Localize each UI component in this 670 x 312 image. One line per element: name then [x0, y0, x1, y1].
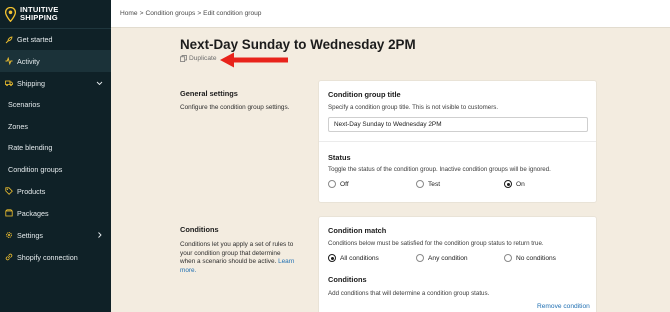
sidebar-item-packages[interactable]: Packages: [0, 202, 111, 224]
sidebar-item-label: Get started: [17, 35, 53, 44]
match-radio-all[interactable]: All conditions: [328, 254, 379, 262]
sidebar-item-zones[interactable]: Zones: [0, 116, 111, 138]
match-radio-any[interactable]: Any condition: [416, 254, 468, 262]
sidebar-item-label: Condition groups: [8, 164, 63, 174]
duplicate-label: Duplicate: [189, 55, 217, 62]
sidebar-item-label: Shopify connection: [17, 252, 78, 262]
radio-off-icon: [416, 254, 424, 262]
condition-match-description: Conditions below must be satisfied for t…: [328, 240, 544, 247]
sidebar-item-rate-blending[interactable]: Rate blending: [0, 137, 111, 159]
general-settings-card: Condition group title Specify a conditio…: [318, 80, 597, 203]
activity-icon: [4, 56, 14, 66]
sidebar-item-label: Shipping: [17, 78, 45, 88]
sidebar-item-products[interactable]: Products: [0, 180, 111, 202]
breadcrumb-condition-groups[interactable]: Condition groups: [145, 10, 195, 17]
rocket-icon: [4, 35, 14, 45]
sidebar-item-label: Packages: [17, 208, 49, 218]
breadcrumb-current: Edit condition group: [203, 10, 262, 17]
sidebar-item-scenarios[interactable]: Scenarios: [0, 94, 111, 116]
divider: [319, 141, 596, 142]
radio-label: Off: [340, 180, 349, 188]
general-settings-title: General settings: [180, 89, 238, 98]
conditions-section-title: Conditions: [180, 225, 219, 234]
match-radio-none[interactable]: No conditions: [504, 254, 556, 262]
remove-condition-link[interactable]: Remove condition: [537, 303, 590, 310]
condition-group-title-label: Condition group title: [328, 90, 401, 99]
sidebar-item-get-started[interactable]: Get started: [0, 28, 111, 50]
condition-match-title: Condition match: [328, 226, 387, 235]
status-title: Status: [328, 153, 351, 162]
breadcrumb-separator: >: [197, 10, 202, 17]
sidebar-item-settings[interactable]: Settings: [0, 224, 111, 246]
status-radio-off[interactable]: Off: [328, 180, 349, 188]
package-icon: [4, 208, 14, 218]
conditions-card: Condition match Conditions below must be…: [318, 216, 597, 312]
radio-label: On: [516, 180, 525, 188]
condition-group-title-description: Specify a condition group title. This is…: [328, 104, 499, 111]
brand-logo[interactable]: INTUITIVE SHIPPING: [0, 0, 111, 28]
sidebar: INTUITIVE SHIPPING Get started Activity …: [0, 0, 111, 312]
gear-icon: [4, 230, 14, 240]
chevron-right-icon: [98, 232, 102, 238]
sidebar-item-label: Products: [17, 186, 46, 196]
sidebar-item-condition-groups[interactable]: Condition groups: [0, 159, 111, 181]
conditions-section-description: Conditions let you apply a set of rules …: [180, 241, 295, 276]
copy-icon: [180, 55, 187, 62]
radio-label: Any condition: [428, 254, 468, 262]
conditions-list-description: Add conditions that will determine a con…: [328, 290, 490, 297]
radio-on-icon: [328, 254, 336, 262]
sidebar-item-label: Activity: [17, 56, 40, 66]
status-radio-on[interactable]: On: [504, 180, 525, 188]
sidebar-item-label: Zones: [8, 121, 28, 131]
chevron-down-icon: [96, 81, 103, 86]
status-description: Toggle the status of the condition group…: [328, 166, 551, 173]
conditions-description-text: Conditions let you apply a set of rules …: [180, 241, 294, 266]
sidebar-item-label: Settings: [17, 230, 43, 240]
condition-group-title-input[interactable]: [328, 117, 588, 132]
breadcrumb-separator: >: [139, 10, 144, 17]
conditions-list-title: Conditions: [328, 275, 367, 284]
breadcrumb: Home > Condition groups > Edit condition…: [111, 0, 670, 28]
truck-icon: [4, 78, 14, 88]
radio-off-icon: [504, 254, 512, 262]
radio-label: No conditions: [516, 254, 556, 262]
radio-label: All conditions: [340, 254, 379, 262]
link-icon: [4, 252, 14, 262]
location-pin-icon: [5, 6, 16, 22]
general-settings-description: Configure the condition group settings.: [180, 104, 290, 111]
tag-icon: [4, 186, 14, 196]
sidebar-item-shopify-connection[interactable]: Shopify connection: [0, 246, 111, 268]
radio-label: Test: [428, 180, 441, 188]
page-title: Next-Day Sunday to Wednesday 2PM: [180, 37, 416, 52]
radio-off-icon: [416, 180, 424, 188]
sidebar-item-activity[interactable]: Activity: [0, 50, 111, 72]
sidebar-item-shipping[interactable]: Shipping: [0, 72, 111, 94]
red-arrow-annotation: [220, 52, 288, 68]
brand-name: INTUITIVE SHIPPING: [20, 6, 59, 22]
sidebar-item-label: Scenarios: [8, 100, 40, 110]
radio-off-icon: [328, 180, 336, 188]
status-radio-test[interactable]: Test: [416, 180, 440, 188]
duplicate-button[interactable]: Duplicate: [180, 55, 217, 62]
brand-line-2: SHIPPING: [20, 13, 58, 22]
sidebar-item-label: Rate blending: [8, 143, 53, 153]
radio-on-icon: [504, 180, 512, 188]
breadcrumb-home[interactable]: Home: [120, 10, 138, 17]
